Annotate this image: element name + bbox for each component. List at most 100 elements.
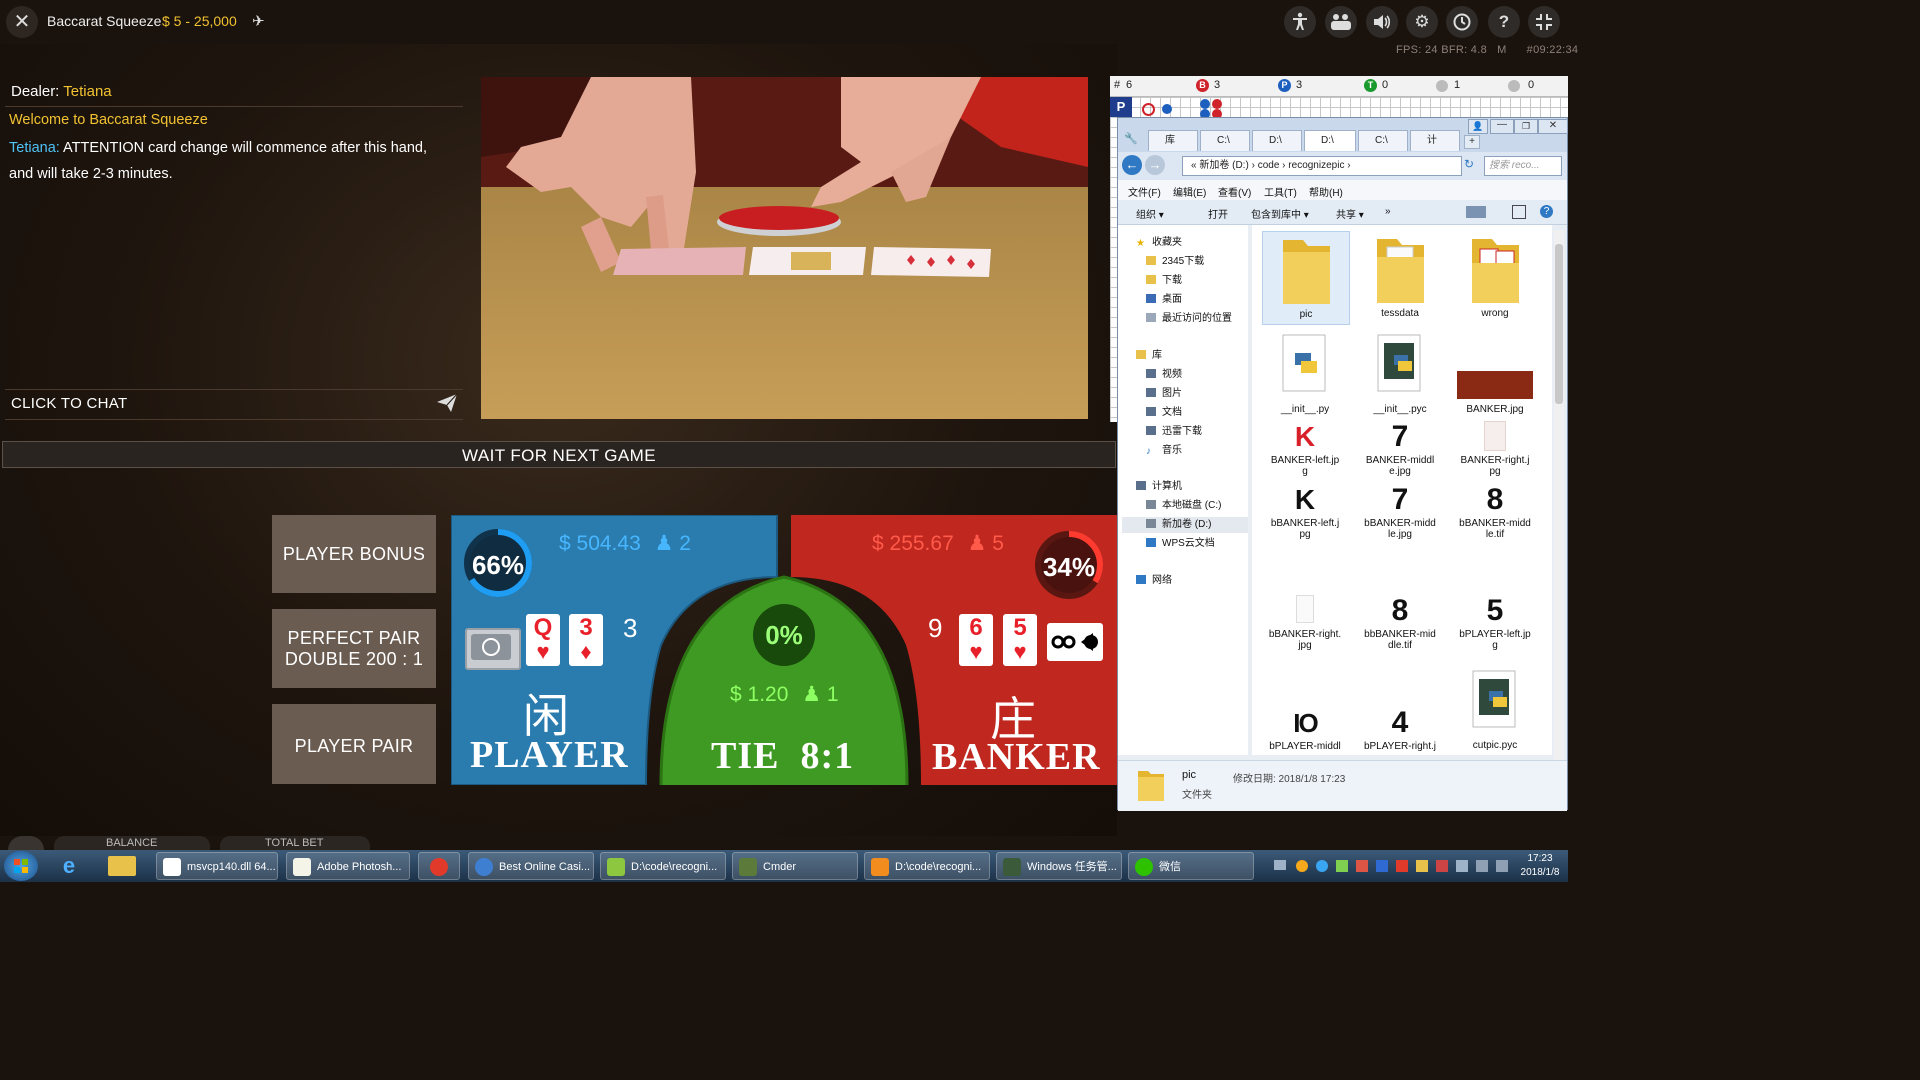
explorer-tab[interactable]: C:\ — [1358, 130, 1408, 151]
nav-item[interactable]: 图片 — [1146, 386, 1182, 402]
nav-item[interactable]: ♪ 音乐 — [1146, 443, 1182, 459]
nav-libraries[interactable]: 库 — [1136, 348, 1162, 364]
nav-item[interactable]: 视频 — [1146, 367, 1182, 383]
view-options-icon[interactable] — [1466, 206, 1486, 218]
file-item[interactable]: BANKER.jpg — [1452, 331, 1538, 415]
address-part[interactable]: recognizepic — [1288, 160, 1344, 171]
file-item[interactable]: __init__.py — [1262, 331, 1348, 415]
taskbar-item[interactable]: Adobe Photosh... — [286, 852, 410, 880]
tray-icon[interactable] — [1476, 860, 1488, 872]
ie-icon[interactable]: e — [56, 854, 82, 878]
minimize-button[interactable]: — — [1490, 119, 1514, 134]
nav-item[interactable]: 本地磁盘 (C:) — [1146, 498, 1221, 514]
scrollbar[interactable] — [1554, 230, 1564, 760]
players-icon[interactable] — [1325, 6, 1357, 38]
accessibility-icon[interactable] — [1284, 6, 1316, 38]
address-bar[interactable]: « 新加卷 (D:) › code › recognizepic › — [1182, 156, 1462, 176]
taskbar-item[interactable]: D:\code\recogni... — [600, 852, 726, 880]
keyboard-icon[interactable] — [1274, 860, 1286, 870]
tray-icon[interactable] — [1356, 860, 1368, 872]
explorer-tab[interactable]: 计 — [1410, 130, 1460, 151]
share-button[interactable]: 共享 ▾ — [1336, 206, 1364, 221]
banker-bet-area[interactable]: $ 255.67 ♟ 5 34% 9 6 ♥ 5 ♥ 庄 BANKER — [791, 515, 1117, 785]
nav-item[interactable]: 最近访问的位置 — [1146, 311, 1232, 327]
address-part[interactable]: code — [1258, 160, 1280, 171]
menu-item-tools[interactable]: 工具(T) — [1264, 184, 1297, 199]
taskbar-item[interactable]: Best Online Casi... — [468, 852, 594, 880]
tools-icon[interactable]: 🔧 — [1124, 132, 1138, 145]
volume-icon[interactable] — [1396, 860, 1408, 872]
tray-icon[interactable] — [1416, 860, 1428, 872]
history-icon[interactable] — [1446, 6, 1478, 38]
nav-favorites[interactable]: ★ 收藏夹 — [1136, 235, 1182, 251]
close-window-button[interactable]: ✕ — [1538, 119, 1568, 134]
back-icon[interactable]: ← — [1122, 155, 1142, 175]
file-item[interactable]: 8 bBANKER-midd le.tif — [1452, 484, 1538, 541]
nav-item[interactable]: 文档 — [1146, 405, 1182, 421]
taskbar-item[interactable]: Cmder — [732, 852, 858, 880]
taskbar-item[interactable]: 微信 — [1128, 852, 1254, 880]
menu-item-file[interactable]: 文件(F) — [1128, 184, 1161, 199]
file-item[interactable]: 8 bbBANKER-mid dle.tif — [1357, 595, 1443, 652]
file-item[interactable]: K BANKER-left.jp g — [1262, 421, 1348, 477]
file-item[interactable]: tessdata — [1357, 231, 1443, 319]
restore-button[interactable]: ❐ — [1514, 119, 1538, 134]
nav-item[interactable]: 桌面 — [1146, 292, 1182, 308]
nav-item[interactable]: WPS云文档 — [1146, 536, 1215, 552]
settings-icon[interactable]: ⚙ — [1406, 6, 1438, 38]
tray-icon[interactable] — [1336, 860, 1348, 872]
search-input[interactable]: 搜索 reco... — [1484, 156, 1562, 176]
user-icon[interactable]: 👤 — [1468, 119, 1488, 134]
file-item[interactable]: bBANKER-right. jpg — [1262, 595, 1348, 651]
help-icon[interactable]: ? — [1540, 205, 1553, 218]
network-icon[interactable] — [1456, 860, 1468, 872]
explorer-tab[interactable]: 库 — [1148, 130, 1198, 151]
file-item[interactable]: 5 bPLAYER-left.jp g — [1452, 595, 1538, 652]
close-icon[interactable]: ✕ — [6, 6, 38, 38]
menu-button[interactable] — [8, 836, 44, 850]
tray-icon[interactable] — [1316, 860, 1328, 872]
send-icon[interactable] — [436, 393, 458, 413]
tray-icon[interactable] — [1436, 860, 1448, 872]
file-item[interactable]: __init__.pyc — [1357, 331, 1443, 415]
organize-button[interactable]: 组织 ▾ — [1136, 206, 1164, 221]
explorer-tab[interactable]: C:\ — [1200, 130, 1250, 151]
open-button[interactable]: 打开 — [1208, 206, 1228, 221]
file-item[interactable]: pic — [1262, 231, 1350, 325]
start-button[interactable] — [4, 851, 38, 881]
file-item[interactable]: 4 bPLAYER-right.j — [1357, 707, 1443, 753]
more-button[interactable]: » — [1385, 206, 1391, 217]
chat-input[interactable]: CLICK TO CHAT — [11, 395, 127, 412]
nav-computer[interactable]: 计算机 — [1136, 479, 1182, 495]
nav-item[interactable]: 迅雷下载 — [1146, 424, 1202, 440]
address-part[interactable]: 新加卷 (D:) — [1199, 160, 1248, 171]
pin-icon[interactable]: ✈ — [252, 12, 265, 30]
taskbar-item[interactable]: D:\code\recogni... — [864, 852, 990, 880]
tray-icon[interactable] — [1296, 860, 1308, 872]
file-item[interactable]: K bBANKER-left.j pg — [1262, 484, 1348, 540]
explorer-tab[interactable]: D:\ — [1252, 130, 1302, 151]
explorer-tab[interactable]: D:\ — [1304, 130, 1356, 151]
nav-item[interactable]: 下载 — [1146, 273, 1182, 289]
menu-item-help[interactable]: 帮助(H) — [1309, 184, 1343, 199]
menu-item-edit[interactable]: 编辑(E) — [1173, 184, 1206, 199]
player-bonus-bet[interactable]: PLAYER BONUS — [272, 515, 436, 593]
file-item[interactable]: IO bPLAYER-middl — [1262, 707, 1348, 752]
nav-network[interactable]: 网络 — [1136, 573, 1172, 589]
file-item[interactable]: wrong — [1452, 231, 1538, 319]
taskbar-item[interactable] — [418, 852, 460, 880]
tray-icon[interactable] — [1376, 860, 1388, 872]
taskbar-item[interactable]: msvcp140.dll 64... — [156, 852, 278, 880]
perfect-pair-bet[interactable]: PERFECT PAIR DOUBLE 200 : 1 — [272, 609, 436, 688]
new-tab-button[interactable]: + — [1464, 135, 1480, 149]
file-item[interactable]: 7 BANKER-middl e.jpg — [1357, 421, 1443, 478]
nav-item[interactable]: 2345下载 — [1146, 254, 1204, 270]
forward-icon[interactable]: → — [1145, 155, 1165, 175]
volume-icon[interactable] — [1366, 6, 1398, 38]
player-pair-bet[interactable]: PLAYER PAIR — [272, 704, 436, 784]
include-library-button[interactable]: 包含到库中 ▾ — [1251, 206, 1309, 221]
file-item[interactable]: BANKER-right.j pg — [1452, 421, 1538, 477]
tray-icon[interactable] — [1496, 860, 1508, 872]
file-item[interactable]: cutpic.pyc — [1452, 667, 1538, 751]
explorer-icon[interactable] — [108, 856, 136, 876]
